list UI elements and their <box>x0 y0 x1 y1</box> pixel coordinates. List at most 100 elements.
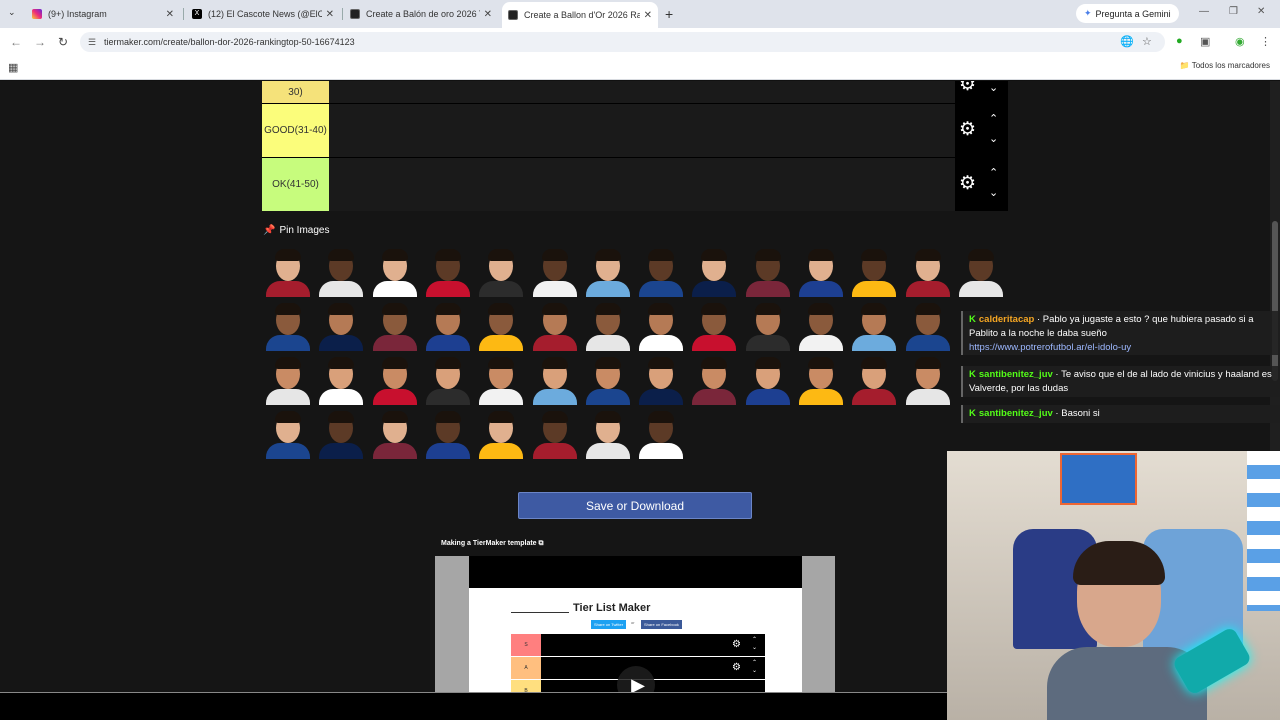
tier-label[interactable]: 30) <box>262 81 329 103</box>
player-image[interactable] <box>852 247 897 297</box>
chat-message: Kcalderitacap · Pablo ya jugaste a esto … <box>961 311 1280 355</box>
reload-icon[interactable]: ↻ <box>58 35 68 49</box>
player-image[interactable] <box>479 247 524 297</box>
close-window-icon[interactable]: ✕ <box>1257 6 1265 17</box>
gear-icon[interactable]: ⚙ <box>959 172 976 195</box>
player-image[interactable] <box>639 301 684 351</box>
player-image[interactable] <box>319 247 364 297</box>
player-image[interactable] <box>319 409 364 459</box>
player-image[interactable] <box>585 409 630 459</box>
minimize-icon[interactable]: — <box>1199 6 1209 17</box>
site-info-icon[interactable]: ☰ <box>88 37 96 48</box>
chevron-up-icon[interactable]: ⌃ <box>989 112 998 125</box>
player-image[interactable] <box>532 355 577 405</box>
bookmark-star-icon[interactable]: ☆ <box>1142 35 1152 48</box>
close-tab-icon[interactable]: ✕ <box>644 10 652 21</box>
chevron-down-icon[interactable]: ⌄ <box>989 186 998 199</box>
player-image[interactable] <box>639 247 684 297</box>
mini-tier-row: S ⚙ ⌃ ⌄ <box>511 634 765 656</box>
player-image[interactable] <box>425 355 470 405</box>
tier-controls: ⚙ ⌃ ⌄ <box>955 104 1008 157</box>
player-image[interactable] <box>266 247 310 297</box>
tab-x[interactable]: X (12) El Cascote News (@ElCascote ✕ <box>186 4 340 24</box>
address-bar[interactable]: ☰ tiermaker.com/create/ballon-dor-2026-r… <box>80 32 1165 52</box>
share-twitter-button: Share on Twitter <box>591 620 627 629</box>
tab-tiermaker-active[interactable]: Create a Ballon d'Or 2026 Rank ✕ <box>502 2 658 28</box>
save-or-download-button[interactable]: Save or Download <box>518 492 752 519</box>
player-image[interactable] <box>585 355 630 405</box>
player-image[interactable] <box>905 355 950 405</box>
close-tab-icon[interactable]: ✕ <box>326 9 334 20</box>
tab-title: Create a Balón de oro 2026 Tier <box>366 9 480 19</box>
player-image[interactable] <box>372 409 417 459</box>
restore-icon[interactable]: ❐ <box>1229 6 1238 17</box>
player-image[interactable] <box>319 355 364 405</box>
extension-icon[interactable]: ● <box>1176 35 1183 47</box>
external-link-icon[interactable]: ⧉ <box>539 540 544 547</box>
player-image[interactable] <box>905 301 950 351</box>
extensions-puzzle-icon[interactable]: ▣ <box>1200 35 1210 48</box>
tab-list-dropdown-icon[interactable]: ⌄ <box>8 7 16 18</box>
player-image[interactable] <box>639 409 684 459</box>
player-image[interactable] <box>799 247 843 297</box>
player-image[interactable] <box>266 301 310 351</box>
forward-icon[interactable]: → <box>34 35 46 49</box>
player-image[interactable] <box>852 301 897 351</box>
player-image[interactable] <box>692 247 737 297</box>
player-image[interactable] <box>479 301 524 351</box>
player-image[interactable] <box>745 301 790 351</box>
player-image[interactable] <box>692 355 737 405</box>
profile-avatar-icon[interactable]: ◉ <box>1235 35 1245 48</box>
tier-label[interactable]: GOOD(31-40) <box>262 104 329 157</box>
player-image[interactable] <box>372 355 417 405</box>
tier-label[interactable]: OK(41-50) <box>262 158 329 211</box>
tab-strip: ⌄ (9+) Instagram ✕ X (12) El Cascote New… <box>0 0 1280 28</box>
player-image[interactable] <box>745 355 790 405</box>
player-image[interactable] <box>532 301 577 351</box>
tab-instagram[interactable]: (9+) Instagram ✕ <box>26 4 180 24</box>
chevron-down-icon[interactable]: ⌄ <box>989 81 998 94</box>
new-tab-icon[interactable]: + <box>665 6 673 22</box>
tier-row: OK(41-50) ⚙ ⌃ ⌄ <box>262 157 1008 211</box>
player-image[interactable] <box>639 355 684 405</box>
player-image[interactable] <box>532 247 577 297</box>
player-image[interactable] <box>266 409 310 459</box>
player-image[interactable] <box>266 355 310 405</box>
all-bookmarks-button[interactable]: 📁 Todos los marcadores <box>1180 61 1270 70</box>
player-image[interactable] <box>532 409 577 459</box>
player-image[interactable] <box>319 301 364 351</box>
gear-icon[interactable]: ⚙ <box>959 118 976 141</box>
player-image[interactable] <box>425 247 470 297</box>
back-icon[interactable]: ← <box>10 35 22 49</box>
player-image[interactable] <box>425 301 470 351</box>
player-image[interactable] <box>852 355 897 405</box>
player-image[interactable] <box>585 247 630 297</box>
tab-tiermaker-1[interactable]: Create a Balón de oro 2026 Tier ✕ <box>344 4 498 24</box>
menu-kebab-icon[interactable]: ⋮ <box>1260 35 1271 48</box>
player-image[interactable] <box>905 247 950 297</box>
player-image[interactable] <box>692 301 737 351</box>
gemini-button[interactable]: ✦ Pregunta a Gemini <box>1076 4 1179 23</box>
translate-icon[interactable]: 🌐 <box>1120 35 1134 48</box>
player-image[interactable] <box>585 301 630 351</box>
pin-images-toggle[interactable]: 📌 Pin Images <box>263 225 329 236</box>
player-image[interactable] <box>425 409 470 459</box>
player-image[interactable] <box>479 355 524 405</box>
player-image[interactable] <box>799 355 843 405</box>
apps-grid-icon[interactable]: ▦ <box>8 61 18 74</box>
gear-icon[interactable]: ⚙ <box>959 81 976 96</box>
pin-icon: 📌 <box>263 225 276 236</box>
tiermaker-icon <box>508 10 518 20</box>
player-image[interactable] <box>958 247 1003 297</box>
player-image[interactable] <box>372 301 417 351</box>
chat-link[interactable]: https://www.potrerofutbol.ar/el-idolo-uy <box>969 342 1131 353</box>
chevron-up-icon[interactable]: ⌃ <box>989 166 998 179</box>
player-image[interactable] <box>799 301 843 351</box>
player-image[interactable] <box>479 409 524 459</box>
close-tab-icon[interactable]: ✕ <box>484 9 492 20</box>
chevron-down-icon[interactable]: ⌄ <box>989 132 998 145</box>
tutorial-video[interactable]: Tier List Maker Share on Twitter or Shar… <box>435 556 835 692</box>
player-image[interactable] <box>372 247 417 297</box>
player-image[interactable] <box>745 247 790 297</box>
close-tab-icon[interactable]: ✕ <box>166 9 174 20</box>
